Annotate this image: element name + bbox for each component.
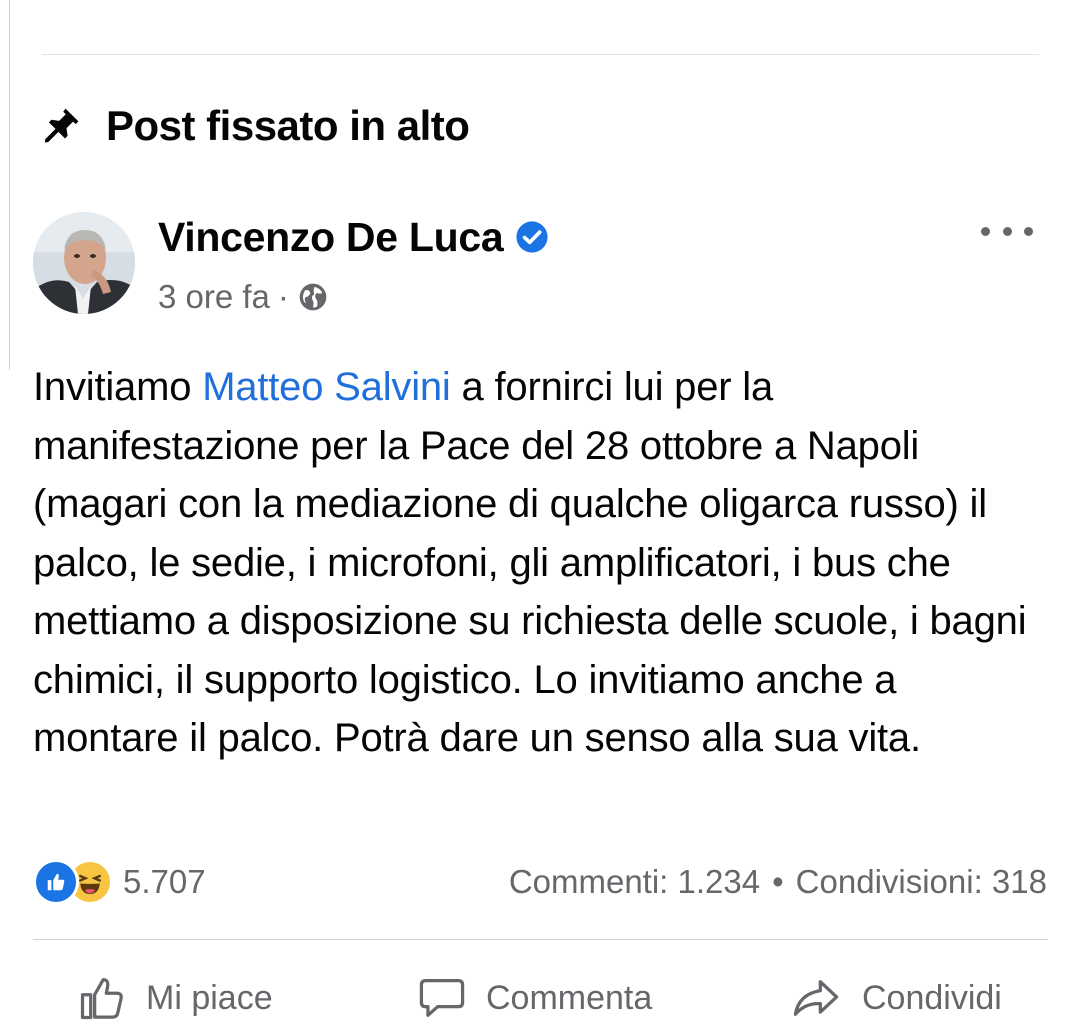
engagement-stats: Commenti: 1.234 • Condivisioni: 318 bbox=[509, 856, 1047, 908]
more-options-button[interactable] bbox=[981, 214, 1033, 248]
reaction-icons bbox=[33, 859, 113, 905]
top-divider bbox=[42, 54, 1039, 55]
author-name[interactable]: Vincenzo De Luca bbox=[158, 214, 504, 261]
shares-count[interactable]: Condivisioni: 318 bbox=[796, 863, 1047, 901]
share-button[interactable]: Condividi bbox=[788, 968, 1002, 1028]
like-button[interactable]: Mi piace bbox=[76, 968, 273, 1028]
author-avatar[interactable] bbox=[33, 212, 135, 314]
reaction-count: 5.707 bbox=[123, 863, 206, 900]
post-text: Invitiamo Matteo Salvini a fornirci lui … bbox=[33, 358, 1043, 768]
share-button-label: Condividi bbox=[862, 978, 1002, 1017]
actions-divider bbox=[33, 939, 1048, 940]
verified-badge-icon bbox=[515, 220, 549, 254]
reactions-summary[interactable]: 5.707 bbox=[33, 856, 206, 908]
author-header: Vincenzo De Luca bbox=[158, 210, 549, 264]
comment-button-label: Commenta bbox=[486, 978, 653, 1017]
more-dot-icon bbox=[1002, 226, 1012, 236]
comment-button[interactable]: Commenta bbox=[416, 968, 652, 1028]
post-meta: 3 ore fa · bbox=[158, 275, 329, 319]
meta-separator: · bbox=[277, 278, 289, 315]
comment-bubble-icon bbox=[419, 979, 465, 1017]
panel-edge bbox=[9, 0, 10, 370]
stats-bullet: • bbox=[772, 863, 784, 900]
thumbs-up-icon bbox=[80, 977, 123, 1020]
pin-icon bbox=[38, 103, 84, 149]
post-text-rest: a fornirci lui per la manifestazione per… bbox=[33, 365, 1027, 760]
like-reaction-icon bbox=[33, 859, 79, 905]
post-text-prefix: Invitiamo bbox=[33, 365, 203, 409]
globe-icon bbox=[297, 281, 329, 313]
pinned-title: Post fissato in alto bbox=[106, 102, 470, 149]
like-button-label: Mi piace bbox=[146, 978, 273, 1017]
more-dot-icon bbox=[981, 226, 990, 236]
facebook-post-page: Post fissato in alto Vincenzo De Luca 3 … bbox=[0, 0, 1079, 1036]
post-time[interactable]: 3 ore fa bbox=[158, 278, 270, 316]
pinned-post-header: Post fissato in alto bbox=[38, 96, 470, 156]
share-arrow-icon bbox=[793, 980, 839, 1016]
comments-count[interactable]: Commenti: 1.234 bbox=[509, 863, 760, 901]
mention-link[interactable]: Matteo Salvini bbox=[202, 365, 451, 409]
more-dot-icon bbox=[1024, 226, 1033, 236]
